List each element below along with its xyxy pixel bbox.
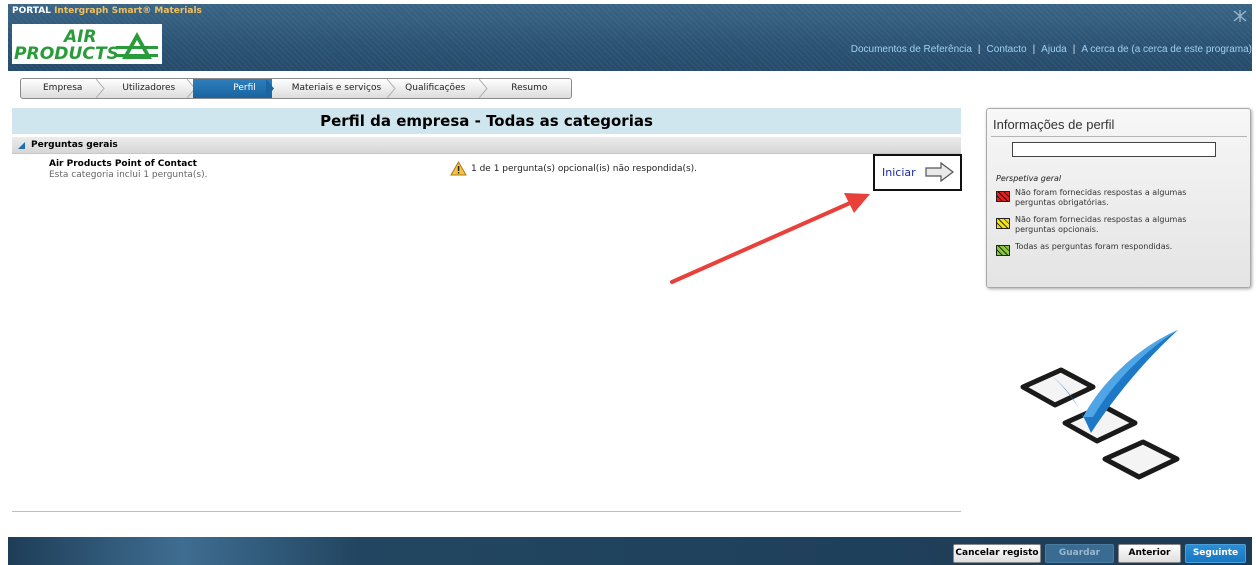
wizard-tabs: Empresa Utilizadores Perfil Materiais e … <box>20 78 573 99</box>
top-links: Documentos de Referência | Contacto | Ajuda |… <box>851 44 1252 55</box>
tab-label: Empresa <box>43 83 83 93</box>
product-suffix: Materials <box>154 6 202 16</box>
intergraph-logo-icon <box>1232 8 1248 27</box>
footer-bar: Cancelar registo Guardar Anterior Seguin… <box>8 537 1252 565</box>
portal-title: PORTAL Intergraph Smart® Materials <box>12 6 202 16</box>
link-help[interactable]: Ajuda <box>1041 44 1067 55</box>
tab-label: Perfil <box>233 83 256 93</box>
tab-perfil[interactable]: Perfil <box>193 79 274 98</box>
tab-label: Qualificações <box>405 83 466 93</box>
next-button[interactable]: Seguinte <box>1185 544 1246 563</box>
link-separator: | <box>1072 44 1076 55</box>
link-contact[interactable]: Contacto <box>987 44 1027 55</box>
save-button[interactable]: Guardar <box>1045 544 1114 563</box>
tab-label: Materiais e serviços <box>291 83 382 93</box>
link-about[interactable]: A cerca de (a cerca de este programa) <box>1081 44 1252 55</box>
portal-header: PORTAL Intergraph Smart® Materials AIR P… <box>8 4 1252 71</box>
tab-resumo[interactable]: Resumo <box>485 79 571 98</box>
tab-label: Utilizadores <box>122 83 176 93</box>
registered-mark: ® <box>142 6 152 16</box>
tab-label: Resumo <box>511 83 548 93</box>
air-products-logo: AIR PRODUCTS <box>12 24 162 64</box>
cancel-registration-button[interactable]: Cancelar registo <box>953 544 1041 563</box>
logo-text-products: PRODUCTS <box>14 44 119 64</box>
main-area: Perfil da empresa - Todas as categorias … <box>8 105 1252 537</box>
app-window: PORTAL Intergraph Smart® Materials AIR P… <box>0 0 1256 565</box>
tab-qualificacoes[interactable]: Qualificações <box>393 79 488 98</box>
link-separator: | <box>977 44 981 55</box>
tab-empresa[interactable]: Empresa <box>21 79 106 98</box>
portal-label: PORTAL <box>12 6 51 16</box>
tab-materiais-servicos[interactable]: Materiais e serviços <box>272 79 396 98</box>
previous-button[interactable]: Anterior <box>1118 544 1181 563</box>
link-separator: | <box>1032 44 1036 55</box>
tab-utilizadores[interactable]: Utilizadores <box>102 79 196 98</box>
product-name: Intergraph Smart <box>54 6 143 16</box>
wizard-tabbar-area: Empresa Utilizadores Perfil Materiais e … <box>8 71 1252 105</box>
link-reference-documents[interactable]: Documentos de Referência <box>851 44 972 55</box>
annotation-arrow-icon <box>670 193 870 284</box>
